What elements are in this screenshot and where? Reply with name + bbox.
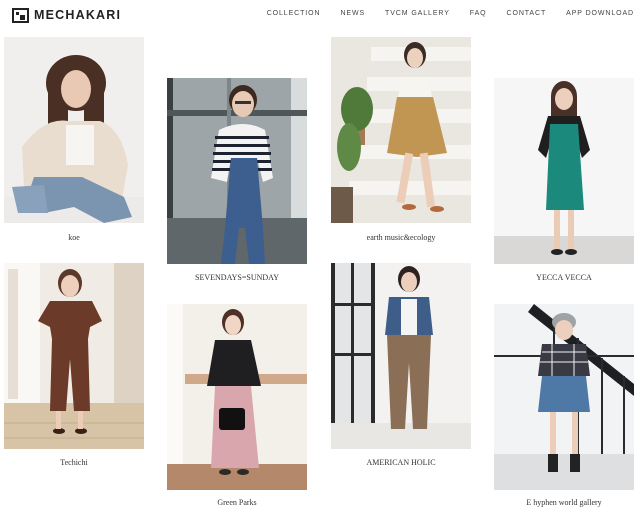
brand-photo-green-parks[interactable] — [167, 304, 307, 490]
brand-card-techichi[interactable]: Techichi — [4, 263, 144, 473]
brand-photo-earth-music-ecology[interactable] — [331, 37, 471, 223]
brand-name[interactable]: Techichi — [4, 458, 144, 467]
model-photo-american-holic — [331, 263, 471, 449]
brand-photo-american-holic[interactable] — [331, 263, 471, 449]
nav-app-download[interactable]: APP DOWNLOAD — [566, 10, 634, 17]
brand-name[interactable]: YECCA VECCA — [494, 273, 634, 282]
nav-news[interactable]: NEWS — [340, 10, 365, 17]
brand-card-yecca-vecca[interactable]: YECCA VECCA — [494, 78, 634, 288]
brand-photo-sevendays-sunday[interactable] — [167, 78, 307, 264]
brand-photo-techichi[interactable] — [4, 263, 144, 449]
brand-name[interactable]: Green Parks — [167, 498, 307, 507]
logo-mark-icon — [12, 7, 29, 23]
brand-photo-yecca-vecca[interactable] — [494, 78, 634, 264]
mechakari-logo[interactable]: MECHAKARI — [12, 6, 121, 24]
brand-card-american-holic[interactable]: AMERICAN HOLIC — [331, 263, 471, 473]
logo-text: MECHAKARI — [34, 8, 122, 22]
brand-card-koe[interactable]: koe — [4, 37, 144, 247]
brand-card-e-hyphen-world-gallery[interactable]: E hyphen world gallery — [494, 304, 634, 514]
brand-card-earth-music-ecology[interactable]: earth music&ecology — [331, 37, 471, 247]
brand-card-sevendays-sunday[interactable]: SEVENDAYS=SUNDAY — [167, 78, 307, 288]
site-header: MECHAKARI COLLECTION NEWS TVCM GALLERY F… — [0, 0, 640, 32]
brand-name[interactable]: koe — [4, 233, 144, 242]
brand-card-green-parks[interactable]: Green Parks — [167, 304, 307, 514]
nav-contact[interactable]: CONTACT — [507, 10, 547, 17]
brand-photo-koe[interactable] — [4, 37, 144, 223]
model-photo-techichi — [4, 263, 144, 449]
model-photo-earth-music-ecology — [331, 37, 471, 223]
brand-name[interactable]: AMERICAN HOLIC — [331, 458, 471, 467]
global-nav: COLLECTION NEWS TVCM GALLERY FAQ CONTACT… — [267, 10, 634, 17]
model-photo-sevendays-sunday — [167, 78, 307, 264]
brand-name[interactable]: earth music&ecology — [331, 233, 471, 242]
model-photo-koe — [4, 37, 144, 223]
brand-photo-e-hyphen-world-gallery[interactable] — [494, 304, 634, 490]
model-photo-yecca-vecca — [494, 78, 634, 264]
brand-name[interactable]: SEVENDAYS=SUNDAY — [167, 273, 307, 282]
model-photo-green-parks — [167, 304, 307, 490]
nav-tvcm-gallery[interactable]: TVCM GALLERY — [385, 10, 450, 17]
brand-name[interactable]: E hyphen world gallery — [494, 498, 634, 507]
nav-collection[interactable]: COLLECTION — [267, 10, 321, 17]
model-photo-e-hyphen-world-gallery — [494, 304, 634, 490]
nav-faq[interactable]: FAQ — [470, 10, 487, 17]
